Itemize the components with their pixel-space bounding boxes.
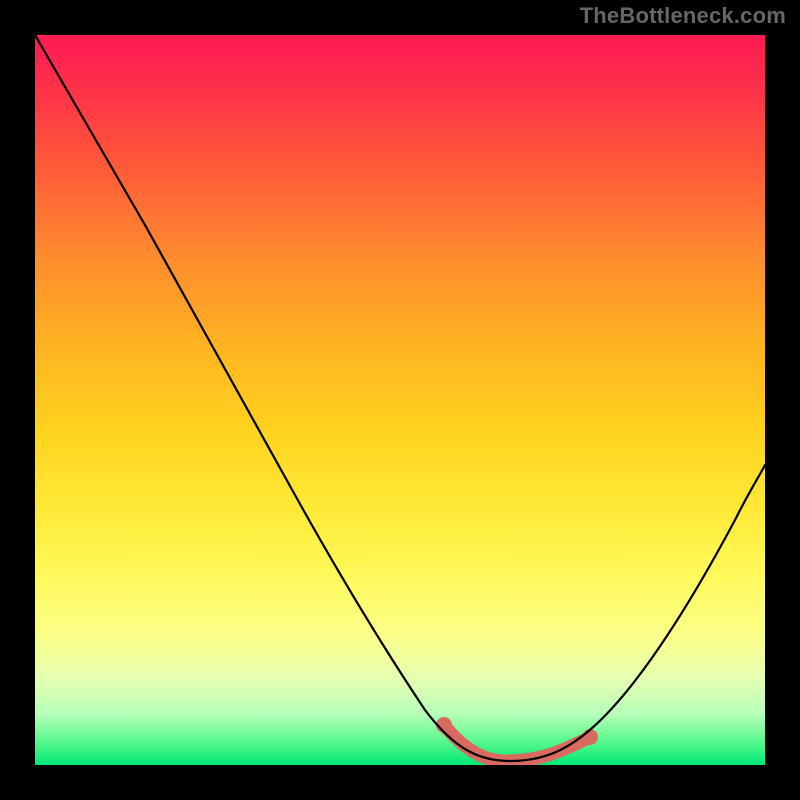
watermark-text: TheBottleneck.com [580,3,786,29]
bottleneck-curve [35,35,765,761]
plot-area [35,35,765,765]
optimal-range-highlight [444,725,590,761]
chart-frame: TheBottleneck.com [0,0,800,800]
curve-layer [35,35,765,765]
optimal-end-dot [582,729,598,745]
